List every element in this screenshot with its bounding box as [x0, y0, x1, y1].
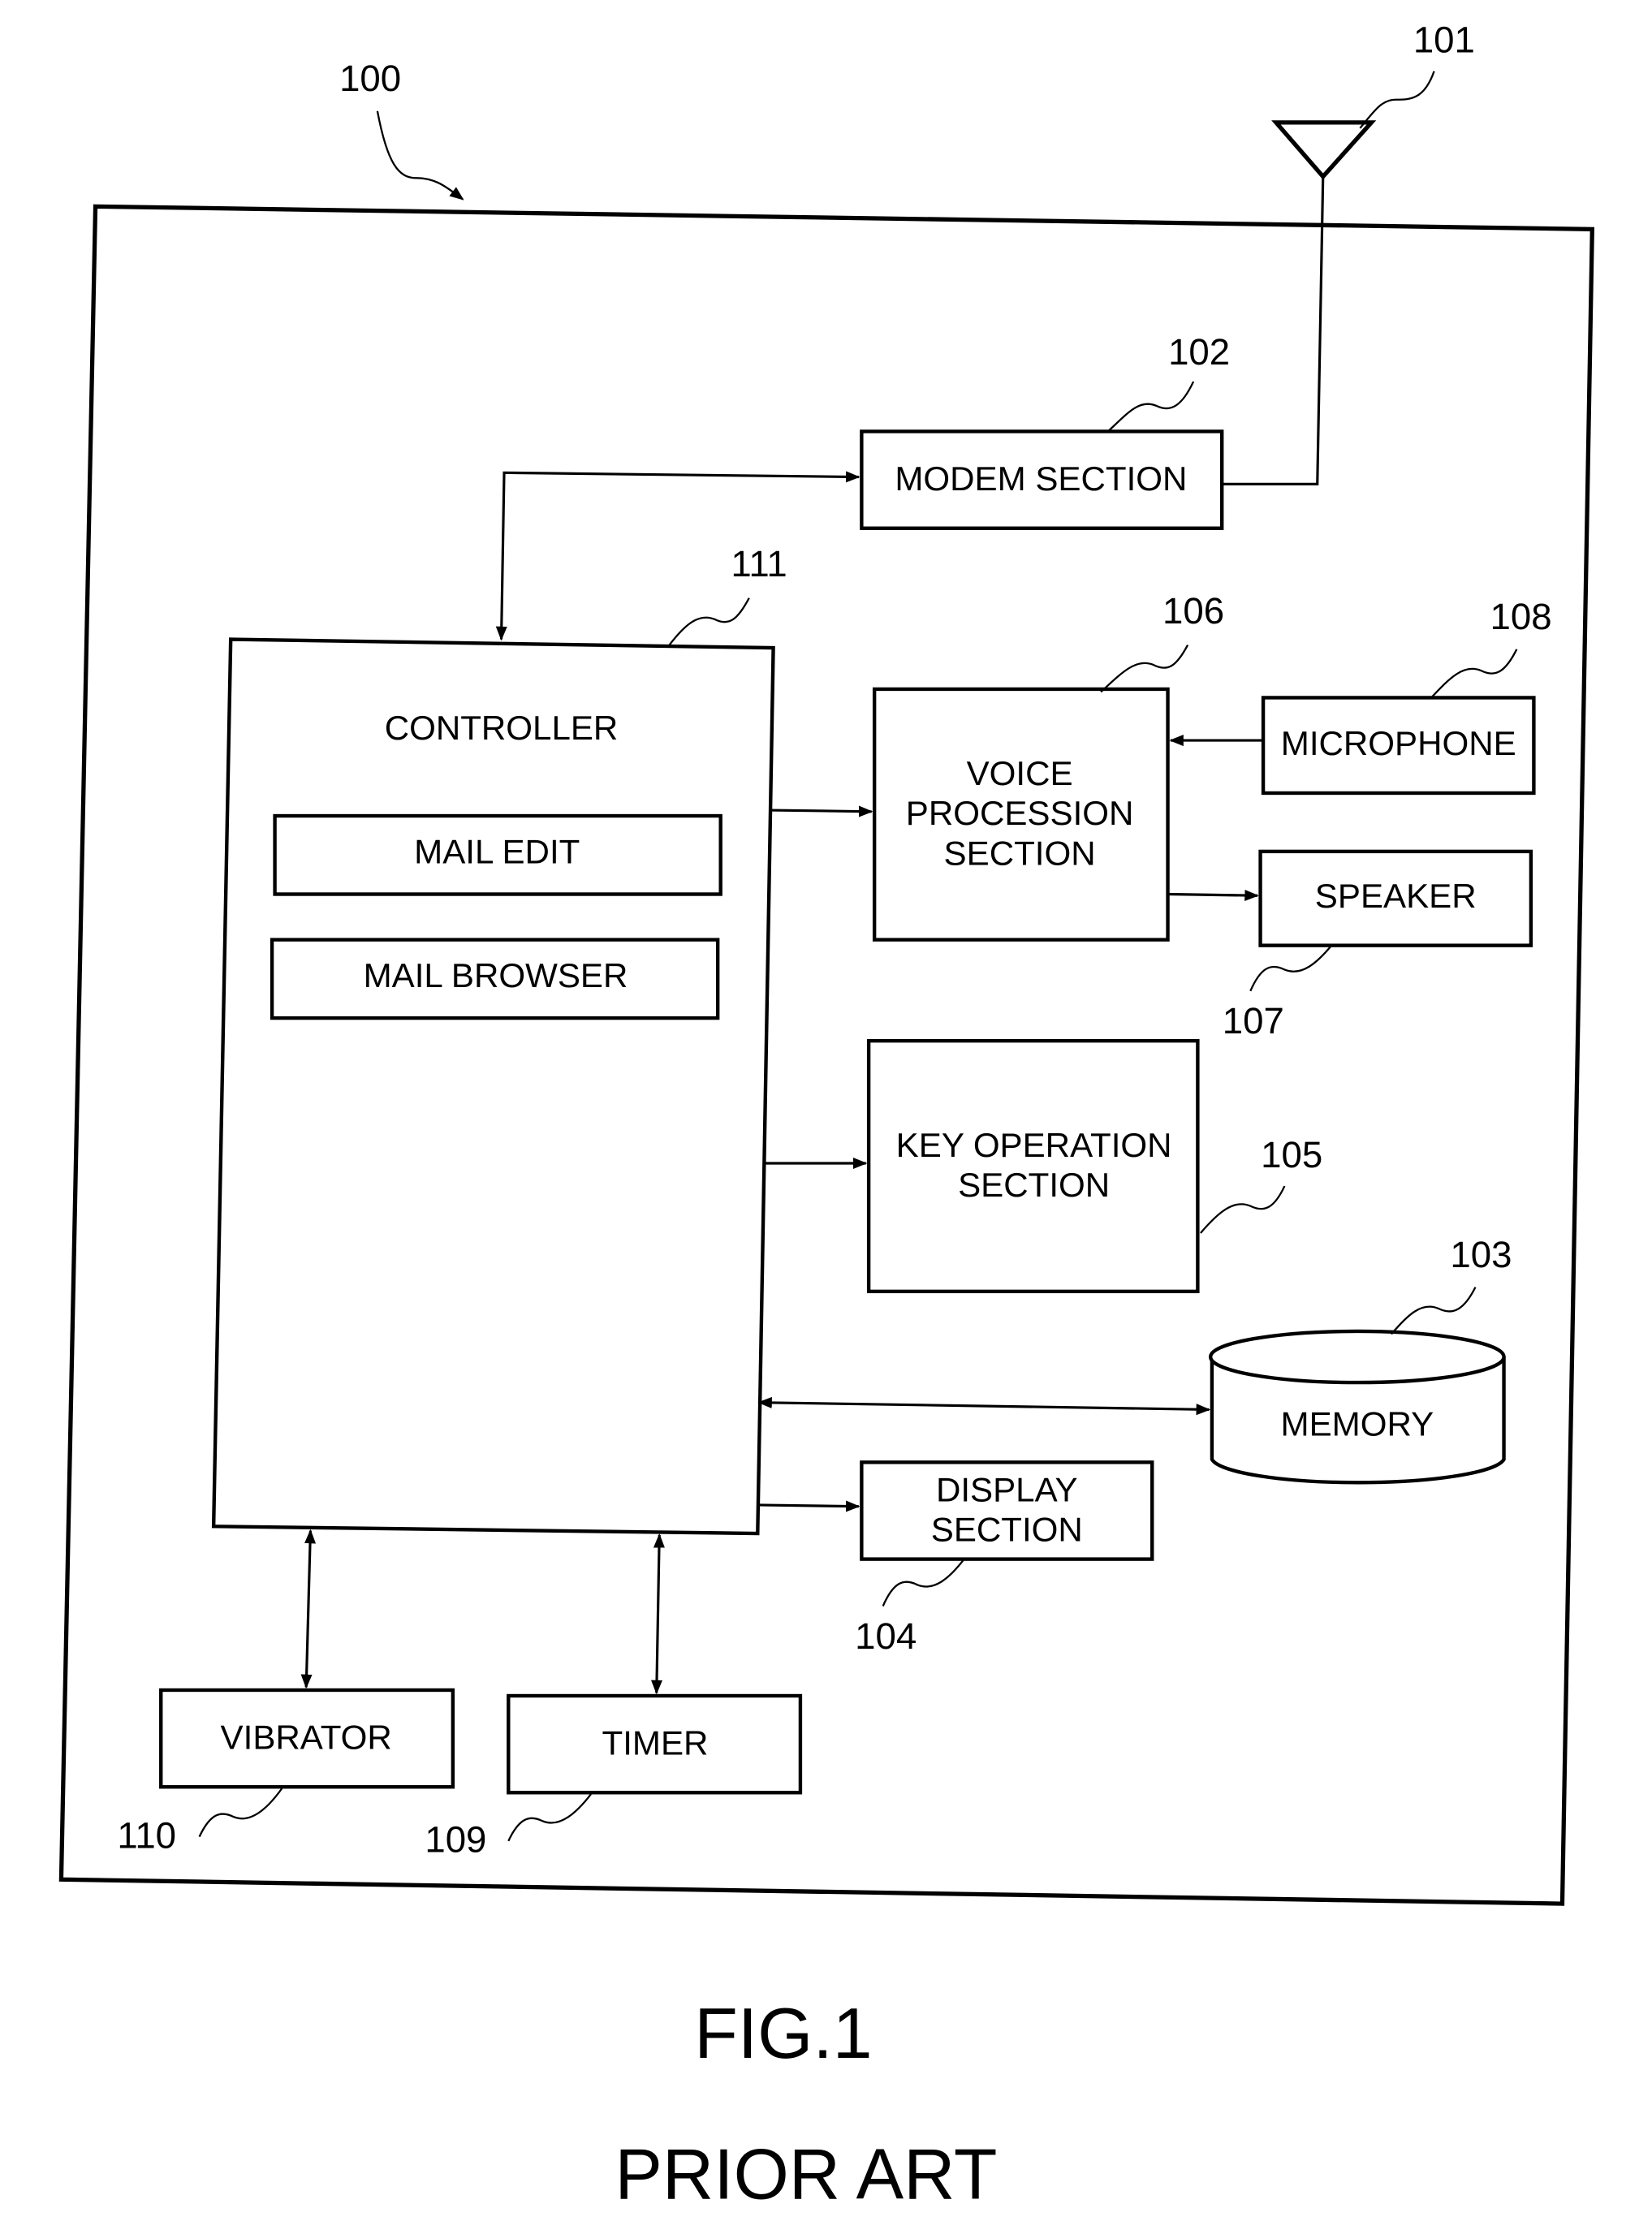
voice-ref-leader: [1100, 645, 1189, 693]
display-label-line1: DISPLAY: [936, 1470, 1078, 1508]
antenna-ref-label: 101: [1413, 19, 1475, 61]
modem-section-label: MODEM SECTION: [895, 459, 1187, 498]
mail-edit-module: MAIL EDIT: [273, 813, 722, 896]
key-operation-ref-label: 105: [1261, 1134, 1322, 1175]
microphone-block: MICROPHONE: [1261, 696, 1536, 796]
memory-ref-label: 103: [1450, 1234, 1512, 1275]
controller-ref-label: 111: [731, 543, 787, 584]
microphone-ref-label: 108: [1490, 596, 1552, 637]
memory-label: MEMORY: [1281, 1405, 1434, 1443]
timer-label: TIMER: [602, 1724, 709, 1762]
device-ref-leader: [376, 110, 464, 201]
controller-timer-link: [651, 1533, 665, 1695]
modem-ref-label: 102: [1168, 331, 1230, 373]
voice-speaker-link: [1167, 889, 1259, 902]
display-label-line2: SECTION: [931, 1510, 1083, 1548]
display-ref-leader: [882, 1558, 965, 1606]
vibrator-block: VIBRATOR: [159, 1688, 455, 1789]
controller-block: CONTROLLER MAIL EDIT MAIL BROWSER: [211, 637, 775, 1536]
timer-ref-label: 109: [425, 1819, 486, 1861]
block-diagram: 100 101 MODEM SECTION 102 CONTROLLER MAI…: [58, 19, 1594, 2215]
key-operation-block: KEY OPERATION SECTION: [866, 1038, 1200, 1294]
key-operation-label-line1: KEY OPERATION: [896, 1126, 1172, 1164]
speaker-block: SPEAKER: [1258, 849, 1533, 947]
vibrator-ref-label: 110: [117, 1814, 176, 1856]
microphone-label: MICROPHONE: [1281, 724, 1516, 762]
timer-ref-leader: [507, 1793, 592, 1842]
voice-label-line2: PROCESSION: [906, 794, 1134, 832]
voice-ref-label: 106: [1162, 590, 1224, 632]
voice-label-line3: SECTION: [944, 834, 1096, 872]
mail-browser-module: MAIL BROWSER: [270, 938, 720, 1020]
vibrator-ref-leader: [198, 1788, 283, 1838]
speaker-label: SPEAKER: [1315, 877, 1477, 915]
modem-ref-leader: [1107, 381, 1195, 433]
controller-modem-link: [495, 471, 861, 641]
mail-edit-label: MAIL EDIT: [414, 833, 580, 871]
memory-block: MEMORY: [1208, 1329, 1506, 1485]
key-operation-label-line2: SECTION: [958, 1166, 1110, 1204]
controller-display-link: [757, 1500, 861, 1512]
controller-vibrator-link: [300, 1529, 317, 1689]
memory-ref-leader: [1391, 1287, 1477, 1335]
antenna-icon: [1271, 120, 1377, 180]
controller-ref-leader: [668, 597, 750, 646]
device-ref-label: 100: [339, 58, 401, 99]
voice-label-line1: VOICE: [967, 754, 1073, 792]
display-section-block: DISPLAY SECTION: [860, 1460, 1154, 1561]
figure-subcaption: PRIOR ART: [615, 2135, 997, 2215]
speaker-ref-label: 107: [1223, 1000, 1284, 1042]
controller-memory-link: [757, 1396, 1211, 1416]
controller-label: CONTROLLER: [385, 709, 619, 747]
timer-block: TIMER: [507, 1693, 803, 1795]
voice-procession-block: VOICE PROCESSION SECTION: [872, 687, 1170, 942]
speaker-ref-leader: [1249, 944, 1333, 992]
mail-browser-label: MAIL BROWSER: [364, 956, 628, 994]
controller-voice-link: [770, 805, 873, 817]
vibrator-label: VIBRATOR: [221, 1718, 392, 1756]
microphone-ref-leader: [1430, 649, 1518, 699]
display-ref-label: 104: [855, 1615, 917, 1657]
key-operation-ref-leader: [1200, 1185, 1286, 1234]
modem-section-block: MODEM SECTION: [860, 429, 1224, 530]
figure-caption: FIG.1: [694, 1994, 872, 2073]
antenna-ref-leader: [1359, 71, 1435, 129]
